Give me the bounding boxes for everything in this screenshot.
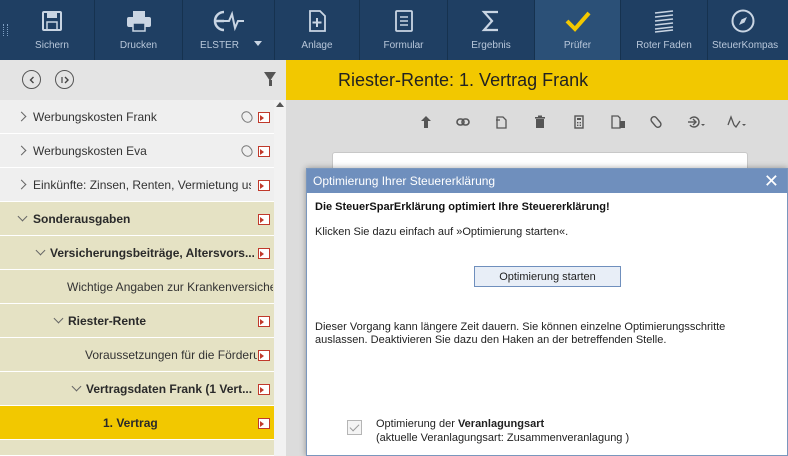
result-button[interactable]: Ergebnis [448, 0, 535, 60]
pdf-icon[interactable] [258, 418, 270, 429]
save-icon [10, 8, 94, 34]
import-icon[interactable] [687, 115, 707, 132]
nav-item-1-vertrag[interactable]: 1. Vertrag [0, 406, 274, 440]
pdf-icon[interactable] [258, 350, 270, 361]
dialog-title: Optimierung Ihrer Steuererklärung [313, 174, 496, 188]
form-toolbar [286, 100, 788, 146]
dialog-instruction: Klicken Sie dazu einfach auf »Optimierun… [315, 226, 569, 238]
chevron-down-icon [53, 313, 64, 324]
elster-icon [183, 8, 274, 34]
compass-label: SteuerKompass [712, 40, 778, 51]
guide-button[interactable]: Roter Faden [621, 0, 708, 60]
chevron-down-icon[interactable] [254, 41, 262, 46]
nav-item-vertragsdaten-frank[interactable]: Vertragsdaten Frank (1 Vert... [0, 372, 274, 406]
back-icon[interactable] [22, 70, 41, 89]
filter-icon[interactable] [264, 72, 276, 86]
chevron-right-icon [16, 179, 27, 190]
pdf-icon[interactable] [258, 146, 270, 157]
attachment-label: Anlage [301, 40, 333, 51]
nav-item-label: Werbungskosten Frank [33, 110, 157, 124]
chevron-right-icon [16, 111, 27, 122]
form-label: Formular [383, 40, 424, 51]
nav-item-werbungskosten-frank[interactable]: Werbungskosten Frank [0, 100, 274, 134]
chevron-down-icon [35, 245, 46, 256]
dialog-info: Dieser Vorgang kann längere Zeit dauern.… [315, 321, 726, 346]
optimization-dialog: Optimierung Ihrer Steuererklärung ✕ Die … [306, 168, 788, 456]
veranlagungsart-checkbox[interactable] [347, 420, 362, 435]
dialog-header: Optimierung Ihrer Steuererklärung ✕ [307, 169, 787, 193]
print-button[interactable]: Drucken [95, 0, 183, 60]
veranlagungsart-option-label: Optimierung der Veranlagungsart (aktuell… [376, 417, 629, 445]
close-icon[interactable]: ✕ [764, 170, 779, 192]
lines-icon [621, 8, 707, 34]
nav-item-partial [0, 440, 274, 456]
sum-icon [448, 8, 534, 34]
nav-item-label: Vertragsdaten Frank (1 Vert... [86, 382, 253, 396]
spellcheck-icon[interactable] [726, 115, 748, 132]
pdf-icon[interactable] [258, 112, 270, 123]
save-button[interactable]: Sichern [10, 0, 95, 60]
nav-item-krankenversicherung[interactable]: Wichtige Angaben zur Krankenversicher... [0, 270, 274, 304]
chevron-right-icon [16, 145, 27, 156]
add-document-icon [275, 8, 359, 34]
print-label: Drucken [119, 40, 158, 51]
attachment-icon[interactable] [649, 115, 663, 132]
nav-item-voraussetzungen[interactable]: Voraussetzungen für die Förderung [0, 338, 274, 372]
pdf-icon[interactable] [258, 180, 270, 191]
start-optimization-button[interactable]: Optimierung starten [474, 266, 621, 287]
add-attachment-button[interactable]: Anlage [275, 0, 360, 60]
chevron-down-icon [71, 381, 82, 392]
result-label: Ergebnis [471, 40, 511, 51]
trash-icon[interactable] [533, 115, 547, 132]
toolbar-grip[interactable] [0, 0, 10, 60]
option-detail: (aktuelle Veranlagungsart: Zusammenveran… [376, 432, 630, 444]
save-label: Sichern [35, 40, 69, 51]
nav-item-riester-rente[interactable]: Riester-Rente [0, 304, 274, 338]
main-toolbar: Sichern Drucken ELSTER Anlage Formular E… [0, 0, 788, 60]
nav-item-label: Versicherungsbeiträge, Altersvors... [50, 246, 254, 260]
form-button[interactable]: Formular [360, 0, 448, 60]
nav-item-label: Sonderausgaben [33, 212, 131, 226]
compass-button[interactable]: SteuerKompass [708, 0, 778, 60]
copy-document-icon[interactable] [494, 115, 508, 132]
nav-item-werbungskosten-eva[interactable]: Werbungskosten Eva [0, 134, 274, 168]
nav-item-label: Wichtige Angaben zur Krankenversicher... [67, 280, 273, 294]
dialog-heading: Die SteuerSparErklärung optimiert Ihre S… [315, 201, 610, 213]
nav-item-label: Werbungskosten Eva [33, 144, 147, 158]
option-prefix: Optimierung der [376, 418, 458, 430]
link-icon[interactable] [456, 115, 470, 132]
nav-item-versicherungsbeitraege[interactable]: Versicherungsbeiträge, Altersvors... [0, 236, 274, 270]
form-icon [360, 8, 447, 34]
elster-button[interactable]: ELSTER [183, 0, 275, 60]
nav-item-sonderausgaben[interactable]: Sonderausgaben [0, 202, 274, 236]
document-data-icon[interactable] [610, 115, 626, 132]
nav-item-label: Voraussetzungen für die Förderung [85, 348, 257, 362]
attachment-icon [239, 109, 255, 125]
attachment-icon [239, 143, 255, 159]
option-bold: Veranlagungsart [457, 418, 545, 430]
nav-item-einkuenfte[interactable]: Einkünfte: Zinsen, Renten, Vermietung us… [0, 168, 274, 202]
checkmark-icon [535, 8, 620, 34]
nav-item-label: 1. Vertrag [103, 416, 158, 430]
upload-icon[interactable] [419, 115, 433, 132]
forward-icon[interactable] [55, 70, 74, 89]
nav-scrollbar[interactable] [274, 100, 286, 456]
printer-icon [95, 8, 182, 34]
pdf-icon[interactable] [258, 248, 270, 259]
pdf-icon[interactable] [258, 316, 270, 327]
page-title: Riester-Rente: 1. Vertrag Frank [286, 60, 788, 100]
nav-header [0, 60, 286, 100]
checker-button[interactable]: Prüfer [535, 0, 621, 60]
checker-label: Prüfer [563, 40, 592, 51]
nav-item-label: Riester-Rente [68, 314, 147, 328]
compass-icon [708, 8, 778, 34]
calculator-icon[interactable] [572, 115, 586, 132]
chevron-down-icon [17, 211, 28, 222]
nav-item-label: Einkünfte: Zinsen, Renten, Vermietung us… [33, 178, 251, 192]
pdf-icon[interactable] [258, 214, 270, 225]
pdf-icon[interactable] [258, 384, 270, 395]
scroll-up-icon[interactable] [276, 102, 284, 107]
guide-label: Roter Faden [636, 40, 692, 51]
navigation-panel: Werbungskosten Frank Werbungskosten Eva … [0, 60, 286, 456]
